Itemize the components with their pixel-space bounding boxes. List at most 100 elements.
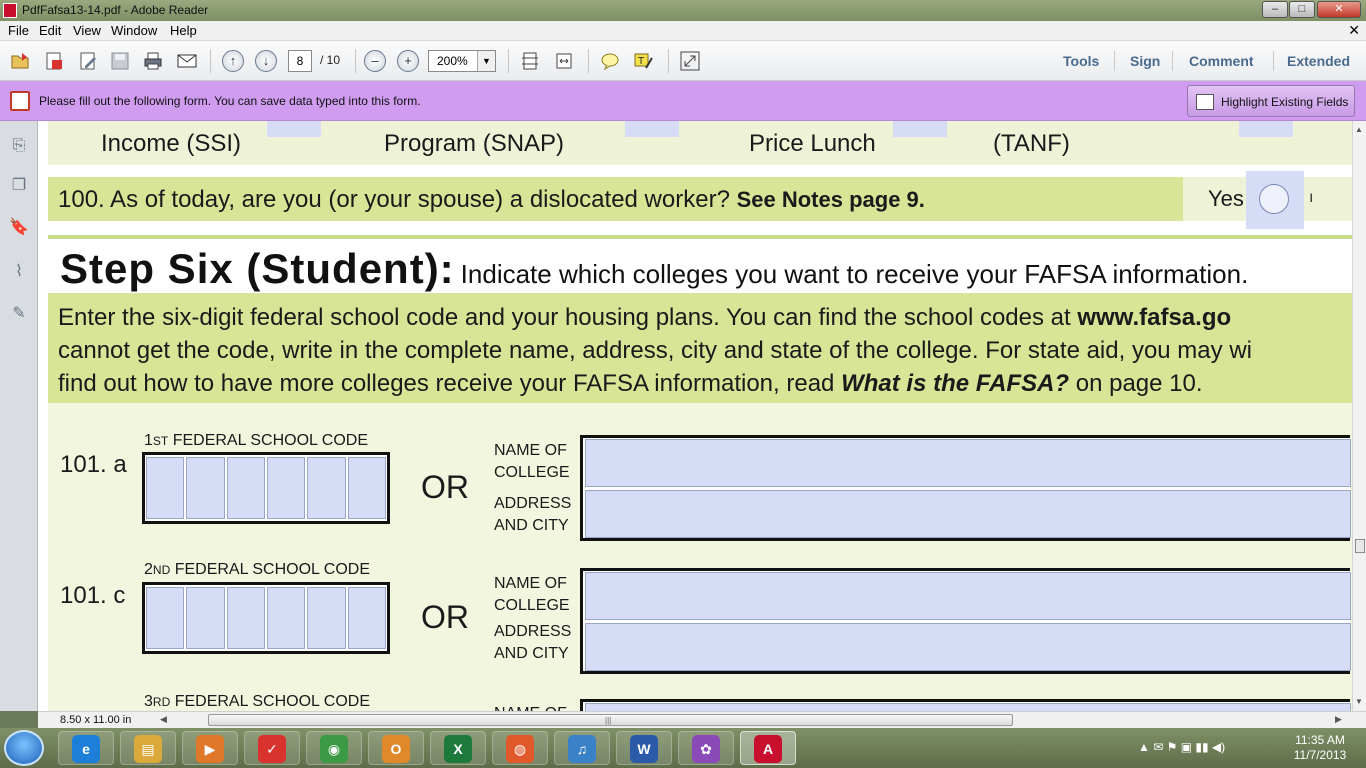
chrome-icon: ◉	[320, 735, 348, 763]
sign-pane-button[interactable]: Sign	[1130, 53, 1160, 69]
truncated-text: ı	[1309, 189, 1314, 206]
code-digit-1[interactable]	[146, 587, 185, 649]
snap-radio[interactable]	[625, 121, 679, 137]
comment-pane-button[interactable]: Comment	[1189, 53, 1254, 69]
question-101c-number: 101. c	[60, 582, 126, 609]
clock-date: 11/7/2013	[1293, 748, 1347, 762]
step-six-subheading: Indicate which colleges you want to rece…	[460, 259, 1249, 289]
system-tray-icons[interactable]: ▲ ✉ ⚑ ▣ ▮▮ ◀)	[1138, 740, 1225, 754]
instructions-page-ref: on page 10.	[1069, 370, 1203, 397]
extended-pane-button[interactable]: Extended	[1287, 53, 1350, 69]
minimize-button[interactable]: –	[1262, 1, 1288, 18]
taskbar-adobe-reader[interactable]: A	[740, 731, 796, 765]
college-3-name-field[interactable]	[585, 703, 1351, 711]
signatures-icon[interactable]: ✎	[8, 303, 30, 325]
college-2-name-field[interactable]	[585, 572, 1351, 620]
taskbar-media-player[interactable]: ▶	[182, 731, 238, 765]
scroll-down-icon[interactable]: ▼	[1355, 697, 1363, 706]
fit-width-icon[interactable]	[553, 50, 575, 72]
highlight-text-icon[interactable]: T	[632, 50, 654, 72]
open-file-icon[interactable]	[9, 50, 31, 72]
school-code-1-label: 1ST FEDERAL SCHOOL CODE	[144, 432, 368, 449]
save-icon[interactable]	[109, 50, 131, 72]
college-1-name-field[interactable]	[585, 439, 1351, 487]
code-digit-5[interactable]	[307, 587, 346, 649]
document-viewport[interactable]: Income (SSI) Program (SNAP) Price Lunch …	[38, 121, 1352, 711]
start-button[interactable]	[4, 730, 44, 766]
taskbar-internet-explorer[interactable]: e	[58, 731, 114, 765]
code-digit-4[interactable]	[266, 457, 306, 519]
scroll-right-icon[interactable]: ▶	[1335, 714, 1342, 725]
code-digit-2[interactable]	[186, 587, 225, 649]
school-code-1-input[interactable]	[142, 452, 390, 524]
vertical-scrollbar[interactable]: ▲ ▼	[1352, 121, 1366, 711]
horizontal-scroll-thumb[interactable]: |||	[208, 714, 1013, 726]
code-digit-6[interactable]	[347, 457, 386, 519]
highlight-fields-button[interactable]: Highlight Existing Fields	[1187, 85, 1355, 117]
code-digit-6[interactable]	[347, 587, 386, 649]
next-page-button[interactable]: ↓	[255, 50, 277, 72]
fit-page-icon[interactable]	[519, 50, 541, 72]
lunch-radio[interactable]	[893, 121, 947, 137]
school-code-2-input[interactable]	[142, 582, 390, 654]
code-digit-4[interactable]	[266, 587, 306, 649]
code-digit-3[interactable]	[226, 457, 265, 519]
chevron-down-icon[interactable]: ▼	[477, 51, 495, 71]
scroll-up-icon[interactable]: ▲	[1355, 125, 1363, 134]
ssi-radio[interactable]	[267, 121, 321, 137]
benefit-lunch: Price Lunch	[749, 130, 876, 157]
full-screen-icon[interactable]	[679, 50, 701, 72]
zoom-in-button[interactable]: +	[397, 50, 419, 72]
code-digit-1[interactable]	[146, 457, 185, 519]
college-1-address-field[interactable]	[585, 490, 1351, 538]
close-button[interactable]: ✕	[1317, 1, 1361, 18]
instructions-line-1: Enter the six-digit federal school code …	[58, 304, 1078, 331]
yes-label: Yes	[1208, 186, 1244, 211]
code-digit-5[interactable]	[307, 457, 346, 519]
tanf-radio[interactable]	[1239, 121, 1293, 137]
menu-edit[interactable]: Edit	[39, 23, 61, 38]
menu-view[interactable]: View	[73, 23, 101, 38]
maximize-button[interactable]: □	[1289, 1, 1315, 18]
code-digit-2[interactable]	[186, 457, 225, 519]
menu-help[interactable]: Help	[170, 23, 197, 38]
taskbar-picasa[interactable]: ✿	[678, 731, 734, 765]
scroll-left-icon[interactable]: ◀	[160, 714, 167, 725]
zoom-select[interactable]: 200% ▼	[428, 50, 496, 72]
code-digit-3[interactable]	[226, 587, 265, 649]
pages-icon[interactable]: ❐	[8, 175, 30, 197]
print-icon[interactable]	[142, 50, 164, 72]
taskbar-itunes[interactable]: ♫	[554, 731, 610, 765]
page-thumbnails-icon[interactable]: ⎘	[8, 135, 30, 157]
taskbar-todoist[interactable]: ✓	[244, 731, 300, 765]
bookmarks-icon[interactable]: 🔖	[8, 217, 30, 239]
taskbar-excel[interactable]: X	[430, 731, 486, 765]
attachments-icon[interactable]: ⌇	[8, 261, 30, 283]
comment-icon[interactable]	[599, 50, 621, 72]
vertical-scroll-thumb[interactable]	[1355, 539, 1365, 553]
college-2-address-field[interactable]	[585, 623, 1351, 671]
toolbar-separator	[355, 49, 356, 73]
yes-radio-field[interactable]	[1246, 171, 1304, 229]
system-clock[interactable]: 11:35 AM 11/7/2013	[1290, 733, 1350, 763]
zoom-value: 200%	[437, 54, 468, 68]
form-icon	[10, 91, 30, 111]
menu-file[interactable]: File	[8, 23, 29, 38]
taskbar-outlook[interactable]: O	[368, 731, 424, 765]
tools-pane-button[interactable]: Tools	[1063, 53, 1099, 69]
outlook-icon: O	[382, 735, 410, 763]
menu-bar: File Edit View Window Help ✕	[0, 21, 1366, 41]
page-number-input[interactable]: 8	[288, 50, 312, 72]
previous-page-button[interactable]: ↑	[222, 50, 244, 72]
taskbar-chrome[interactable]: ◉	[306, 731, 362, 765]
document-close-icon[interactable]: ✕	[1348, 22, 1360, 39]
email-icon[interactable]	[176, 50, 198, 72]
edit-form-icon[interactable]	[77, 50, 99, 72]
taskbar-file-explorer[interactable]: ▤	[120, 731, 176, 765]
zoom-out-button[interactable]: –	[364, 50, 386, 72]
toolbar-separator	[508, 49, 509, 73]
create-pdf-icon[interactable]	[43, 50, 65, 72]
taskbar-firefox[interactable]: ◍	[492, 731, 548, 765]
taskbar-word[interactable]: W	[616, 731, 672, 765]
menu-window[interactable]: Window	[111, 23, 157, 38]
